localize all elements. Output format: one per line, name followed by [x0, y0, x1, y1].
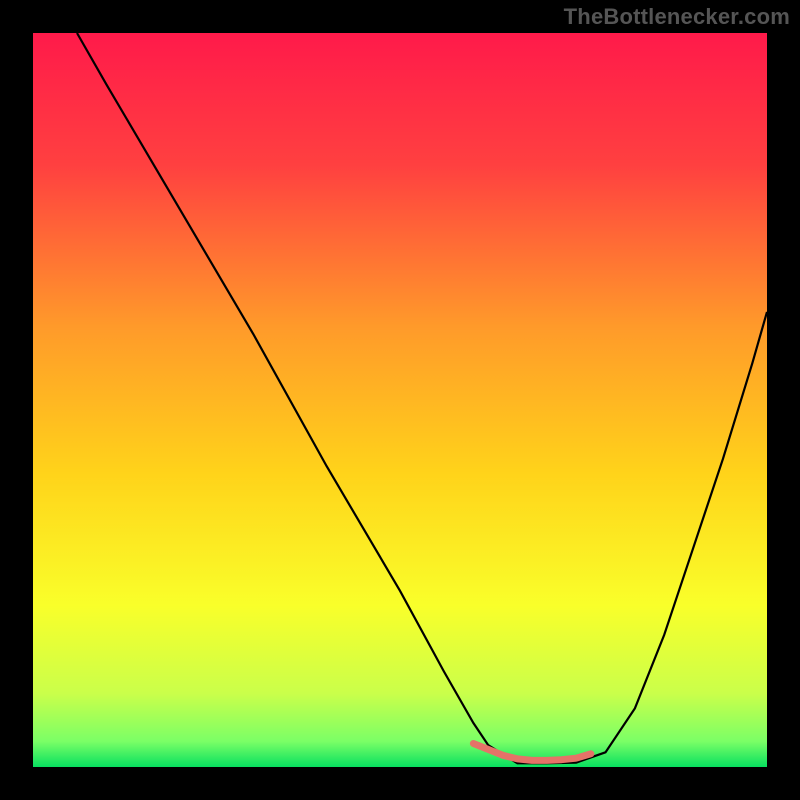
watermark-text: TheBottlenecker.com	[564, 4, 790, 30]
chart-frame: TheBottlenecker.com	[0, 0, 800, 800]
plot-background	[33, 33, 767, 767]
bottleneck-chart	[0, 0, 800, 800]
